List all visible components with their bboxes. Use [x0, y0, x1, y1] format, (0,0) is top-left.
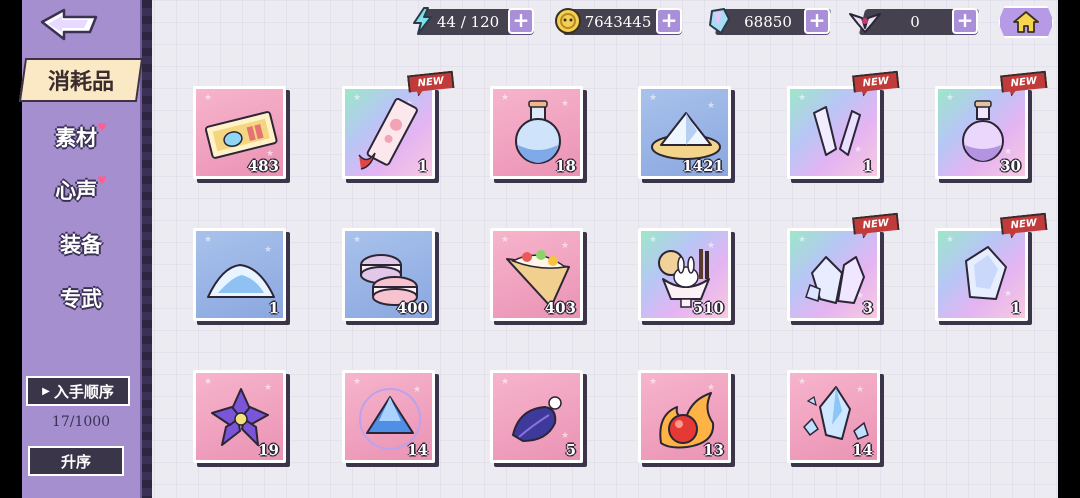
stamina-value: 44 / 120	[436, 13, 500, 31]
tab-voices-label: 心声	[55, 179, 98, 203]
inventory-item-macaron[interactable]: ★★ 400	[342, 228, 435, 321]
item-quantity: 1421	[682, 157, 724, 175]
inventory-item-crystal-prism[interactable]: ★ ★ NEW 1	[935, 228, 1028, 321]
item-quantity: 1	[1010, 299, 1021, 317]
wing-emblem-icon	[849, 13, 881, 33]
item-quantity: 400	[396, 299, 428, 317]
inventory-item-paper-charm[interactable]: ★★ NEW 1	[342, 86, 435, 179]
gem-value: 68850	[744, 13, 792, 31]
add-gem-button[interactable]: +	[804, 8, 830, 34]
inventory-item-purple-potion[interactable]: ★ ★ NEW 30	[935, 86, 1028, 179]
tab-exclusive-weapon[interactable]: 专武	[22, 278, 140, 318]
sort-method-button[interactable]: ▶ 入手顺序	[26, 376, 130, 406]
tab-voices[interactable]: 心声 ♥	[22, 170, 140, 210]
item-quantity: 1	[417, 157, 428, 175]
gold-value: 7643445	[584, 13, 652, 31]
item-quantity: 483	[247, 157, 279, 175]
inventory-item-crystal-shards[interactable]: ★ ★ NEW 1	[787, 86, 880, 179]
item-quantity: 14	[407, 441, 428, 459]
inventory-item-dark-feather[interactable]: ★ ★ 5	[490, 370, 583, 463]
inventory-item-potion-flask[interactable]: ★ ★ 18	[490, 86, 583, 179]
item-quantity: 13	[703, 441, 724, 459]
item-quantity: 19	[258, 441, 279, 459]
new-badge: NEW	[852, 213, 900, 240]
item-quantity: 18	[555, 157, 576, 175]
tab-materials-label: 素材	[55, 126, 98, 150]
screen-edge-left	[0, 0, 22, 498]
inventory-item-crystal-mound[interactable]: ★ ★ 1421	[638, 86, 731, 179]
sort-order-button[interactable]: 升序	[28, 446, 124, 476]
item-quantity: 510	[692, 299, 724, 317]
inventory-item-blue-powder[interactable]: ★ ★ 1	[193, 228, 286, 321]
item-quantity: 14	[852, 441, 873, 459]
new-badge: NEW	[852, 71, 900, 98]
item-quantity: 5	[565, 441, 576, 459]
tab-materials[interactable]: 素材 ♥	[22, 117, 140, 157]
item-quantity: 1	[862, 157, 873, 175]
inventory-item-ice-crystal-shards[interactable]: ★ ★ 14	[787, 370, 880, 463]
screen-edge-right	[1058, 0, 1080, 498]
crystal-icon	[709, 8, 730, 34]
sidebar: 消耗品 素材 ♥ 心声 ♥ 装备 专武 ▶ 入手顺序 17/1000 升序	[18, 0, 152, 498]
emblem-value: 0	[910, 13, 920, 31]
inventory-count: 17/1000	[51, 414, 111, 430]
tab-exclusive-weapon-label: 专武	[60, 287, 102, 311]
home-icon	[1013, 11, 1039, 33]
item-quantity: 3	[862, 299, 873, 317]
inventory-item-ticket[interactable]: ★ ★ 483	[193, 86, 286, 179]
inventory-item-parfait[interactable]: ★ ★ 510	[638, 228, 731, 321]
notification-heart-icon: ♥	[97, 173, 107, 187]
new-badge: NEW	[1000, 71, 1048, 98]
new-badge: NEW	[407, 71, 455, 98]
add-stamina-button[interactable]: +	[508, 8, 534, 34]
tab-equipment[interactable]: 装备	[22, 224, 140, 264]
back-arrow-icon	[40, 8, 98, 41]
play-arrow-icon: ▶	[42, 385, 50, 397]
notification-heart-icon: ♥	[97, 120, 107, 134]
add-emblem-button[interactable]: +	[952, 8, 978, 34]
tab-equipment-label: 装备	[60, 233, 102, 257]
home-button[interactable]	[998, 6, 1054, 38]
inventory-item-fire-orb[interactable]: ★ ★ 13	[638, 370, 731, 463]
inventory-item-crystal-cluster[interactable]: ★ ★ NEW 3	[787, 228, 880, 321]
tab-consumables[interactable]: 消耗品	[18, 58, 144, 102]
coin-icon	[555, 8, 581, 34]
tab-consumables-label: 消耗品	[47, 70, 114, 95]
sort-method-label: 入手顺序	[53, 382, 114, 401]
inventory-item-crepe[interactable]: ★ ★ 403	[490, 228, 583, 321]
item-quantity: 30	[1000, 157, 1021, 175]
item-quantity: 403	[544, 299, 576, 317]
back-button[interactable]	[34, 6, 104, 44]
new-badge: NEW	[1000, 213, 1048, 240]
add-gold-button[interactable]: +	[656, 8, 682, 34]
inventory-item-violet-flower[interactable]: ★ ★ 19	[193, 370, 286, 463]
item-quantity: 1	[268, 299, 279, 317]
inventory-item-blue-gem-triangle[interactable]: ★ ★ 14	[342, 370, 435, 463]
sort-order-label: 升序	[60, 452, 91, 471]
